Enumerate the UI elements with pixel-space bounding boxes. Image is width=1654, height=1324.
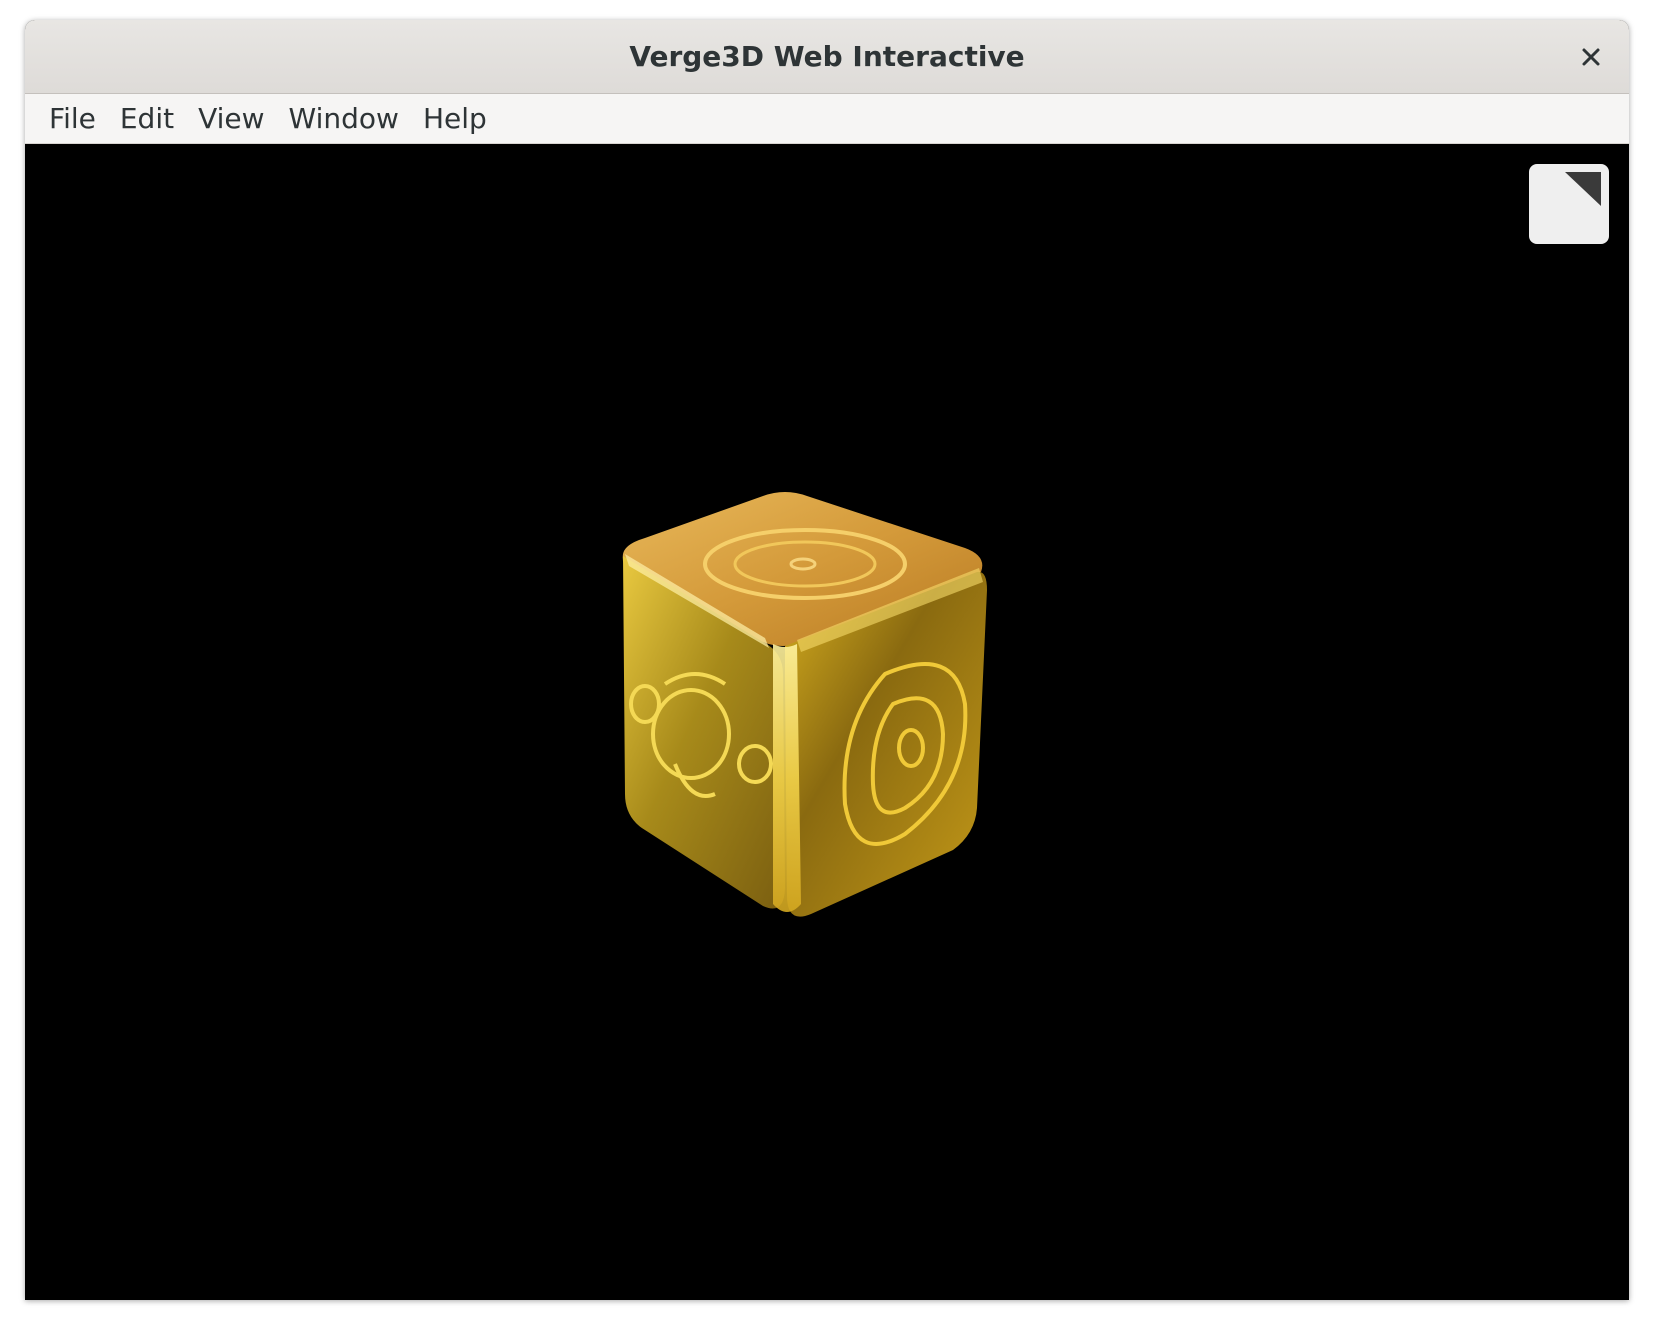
menu-window[interactable]: Window	[277, 98, 411, 139]
3d-viewport[interactable]	[25, 144, 1629, 1300]
menu-file[interactable]: File	[37, 98, 108, 139]
cube-render	[622, 492, 987, 917]
close-button[interactable]	[1571, 37, 1611, 77]
menu-edit[interactable]: Edit	[108, 98, 186, 139]
menu-help[interactable]: Help	[411, 98, 499, 139]
menu-bar: File Edit View Window Help	[25, 94, 1629, 144]
title-bar[interactable]: Verge3D Web Interactive	[25, 20, 1629, 94]
window-title: Verge3D Web Interactive	[629, 40, 1025, 73]
close-icon	[1582, 48, 1600, 66]
gold-cube-icon[interactable]	[25, 144, 1629, 1300]
menu-view[interactable]: View	[186, 98, 276, 139]
app-window: Verge3D Web Interactive File Edit View W…	[25, 20, 1629, 1300]
